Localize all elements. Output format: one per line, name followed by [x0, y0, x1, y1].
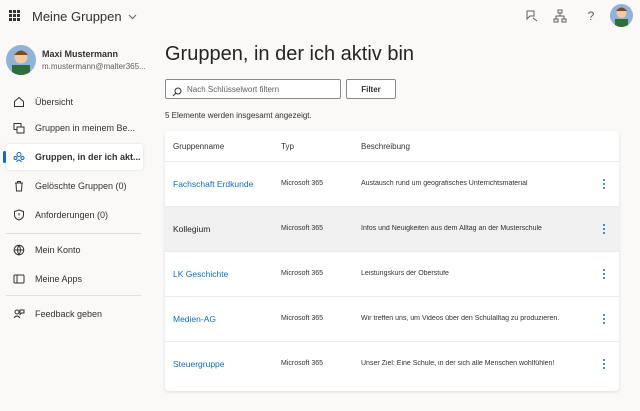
sidebar-item-my-apps[interactable]: Meine Apps [6, 266, 143, 292]
page-title: Gruppen, in der ich aktiv bin [165, 43, 415, 65]
column-header-description[interactable]: Beschreibung [361, 142, 410, 151]
sidebar-item-label: Übersicht [35, 97, 74, 107]
group-description: Unser Ziel: Eine Schule, in der sich all… [361, 360, 555, 367]
sidebar: Maxi Mustermann m.mustermann@malter365..… [0, 32, 152, 411]
sidebar-item-deleted-groups[interactable]: Gelöschte Gruppen (0) [6, 173, 143, 199]
table-row[interactable]: Kollegium Microsoft 365 Infos und Neuigk… [165, 207, 619, 252]
search-icon [172, 84, 182, 97]
more-options-icon[interactable] [599, 311, 609, 327]
groups-table: Gruppenname Typ Beschreibung Fachschaft … [165, 131, 619, 391]
group-description: Austausch rund um geografisches Unterric… [361, 180, 528, 187]
apps-icon [12, 272, 26, 286]
avatar[interactable] [610, 4, 633, 27]
group-type: Microsoft 365 [281, 225, 324, 232]
more-options-icon[interactable] [599, 266, 609, 282]
app-title-menu[interactable]: Meine Gruppen [32, 9, 137, 24]
sidebar-item-label: Gruppen in meinem Be... [35, 123, 136, 133]
sidebar-item-label: Feedback geben [35, 309, 103, 319]
table-row[interactable]: LK Geschichte Microsoft 365 Leistungskur… [165, 252, 619, 297]
sidebar-divider [6, 233, 141, 234]
sidebar-item-label: Mein Konto [35, 245, 81, 255]
column-header-name[interactable]: Gruppenname [173, 142, 224, 151]
table-row[interactable]: Steuergruppe Microsoft 365 Unser Ziel: E… [165, 342, 619, 387]
sidebar-item-label: Anforderungen (0) [35, 210, 109, 220]
app-title: Meine Gruppen [32, 9, 122, 24]
profile-name: Maxi Mustermann [42, 49, 119, 59]
main-content: Gruppen, in der ich aktiv bin Filter 5 E… [152, 32, 640, 411]
group-name-link[interactable]: Steuergruppe [173, 359, 225, 369]
sidebar-item-overview[interactable]: Übersicht [6, 89, 143, 115]
sidebar-item-my-account[interactable]: Mein Konto [6, 237, 143, 263]
group-type: Microsoft 365 [281, 270, 324, 277]
group-description: Infos und Neuigkeiten aus dem Alltag an … [361, 225, 542, 232]
sidebar-divider [6, 295, 141, 296]
feedback-icon [12, 307, 26, 321]
table-row[interactable]: Medien-AG Microsoft 365 Wir treffen uns,… [165, 297, 619, 342]
org-icon[interactable] [551, 7, 569, 25]
profile-avatar [6, 45, 36, 75]
filter-button[interactable]: Filter [346, 79, 396, 99]
home-icon [12, 95, 26, 109]
search-box[interactable] [165, 79, 341, 99]
group-type: Microsoft 365 [281, 180, 324, 187]
groups-member-icon [12, 150, 26, 164]
group-description: Leistungskurs der Oberstufe [361, 270, 449, 277]
feedback-icon[interactable] [523, 7, 541, 25]
group-description: Wir treffen uns, um Videos über den Schu… [361, 315, 560, 322]
group-type: Microsoft 365 [281, 315, 324, 322]
table-row[interactable]: Fachschaft Erdkunde Microsoft 365 Austau… [165, 162, 619, 207]
sidebar-item-owned-groups[interactable]: Gruppen in meinem Be... [6, 115, 143, 141]
group-name-link[interactable]: Fachschaft Erdkunde [173, 179, 253, 189]
sidebar-item-label: Gruppen, in der ich akt... [35, 152, 141, 162]
sidebar-item-member-groups[interactable]: Gruppen, in der ich akt... [3, 144, 143, 170]
chevron-down-icon [128, 12, 137, 22]
globe-icon [12, 243, 26, 257]
group-type: Microsoft 365 [281, 360, 324, 367]
waffle-icon[interactable] [9, 10, 20, 21]
sidebar-item-requests[interactable]: Anforderungen (0) [6, 202, 143, 228]
group-name-link[interactable]: Kollegium [173, 224, 210, 234]
group-name-link[interactable]: LK Geschichte [173, 269, 228, 279]
trash-icon [12, 179, 26, 193]
groups-owned-icon [12, 121, 26, 135]
more-options-icon[interactable] [599, 176, 609, 192]
profile-email: m.mustermann@malter365... [42, 62, 146, 71]
more-options-icon[interactable] [599, 221, 609, 237]
search-input[interactable] [187, 84, 337, 94]
top-bar: Meine Gruppen ? [0, 0, 640, 32]
sidebar-item-feedback[interactable]: Feedback geben [6, 301, 143, 327]
group-name-link[interactable]: Medien-AG [173, 314, 216, 324]
more-options-icon[interactable] [599, 356, 609, 372]
profile-card: Maxi Mustermann m.mustermann@malter365..… [6, 43, 152, 79]
column-header-type[interactable]: Typ [281, 142, 294, 151]
help-icon[interactable]: ? [582, 7, 600, 25]
sidebar-item-label: Meine Apps [35, 274, 83, 284]
table-header: Gruppenname Typ Beschreibung [165, 131, 619, 162]
result-count: 5 Elemente werden insgesamt angezeigt. [165, 111, 312, 120]
sidebar-item-label: Gelöschte Gruppen (0) [35, 181, 127, 191]
shield-icon [12, 208, 26, 222]
